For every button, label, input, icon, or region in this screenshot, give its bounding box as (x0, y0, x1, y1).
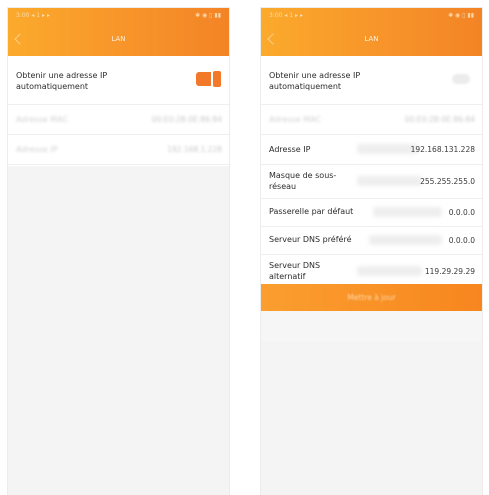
page-title: LAN (111, 35, 126, 43)
lan-settings-card: Obtenir une adresse IP automatiquement A… (8, 56, 229, 166)
status-bar: 3:00 ◂ 1 ▸ ▸ ✱ ◉ ▯ ▮▮ (16, 12, 221, 22)
input-blur (357, 176, 422, 186)
alternate-dns-label: Serveur DNS alternatif (269, 261, 321, 281)
mac-address-label: Adresse MAC (16, 115, 69, 124)
status-time: 3:00 ◂ 1 ▸ ▸ (269, 12, 303, 19)
default-gateway-row[interactable]: Passerelle par défaut 0.0.0.0 (261, 198, 482, 227)
left-screen: 3:00 ◂ 1 ▸ ▸ ✱ ◉ ▯ ▮▮ LAN Obtenir une ad… (8, 8, 229, 495)
alternate-dns-row[interactable]: Serveur DNS alternatif 119.29.29.29 (261, 254, 482, 288)
auto-ip-row[interactable]: Obtenir une adresse IP automatiquement (8, 56, 229, 105)
status-icons: ✱ ◉ ▯ ▮▮ (448, 12, 474, 19)
lan-settings-card: Obtenir une adresse IP automatiquement A… (261, 56, 482, 288)
update-button[interactable]: Mettre à jour (261, 284, 482, 311)
update-button-label: Mettre à jour (347, 293, 396, 302)
input-blur (373, 207, 442, 217)
ip-address-input[interactable]: 192.168.131.228 (411, 145, 475, 154)
status-bar: 3:00 ◂ 1 ▸ ▸ ✱ ◉ ▯ ▮▮ (269, 12, 474, 22)
default-gateway-input[interactable]: 0.0.0.0 (449, 208, 475, 217)
mac-address-value: 00:E0:2B:0E:86:84 (151, 115, 222, 124)
status-time: 3:00 ◂ 1 ▸ ▸ (16, 12, 50, 19)
subnet-mask-input[interactable]: 255.255.255.0 (420, 177, 475, 186)
ip-address-value: 192.168.1.228 (167, 145, 222, 154)
status-icons: ✱ ◉ ▯ ▮▮ (195, 12, 221, 19)
header-bar: 3:00 ◂ 1 ▸ ▸ ✱ ◉ ▯ ▮▮ LAN (8, 8, 229, 56)
ip-address-label: Adresse IP (16, 145, 58, 154)
input-blur (369, 235, 442, 245)
mac-address-label: Adresse MAC (269, 115, 322, 124)
header-bar: 3:00 ◂ 1 ▸ ▸ ✱ ◉ ▯ ▮▮ LAN (261, 8, 482, 56)
default-gateway-label: Passerelle par défaut (269, 207, 354, 216)
preferred-dns-row[interactable]: Serveur DNS préféré 0.0.0.0 (261, 226, 482, 255)
preferred-dns-label: Serveur DNS préféré (269, 235, 352, 244)
input-blur (357, 144, 418, 154)
background-area (261, 311, 482, 341)
mac-address-row: Adresse MAC 00:E0:2B:0E:86:84 (8, 104, 229, 135)
auto-ip-label: Obtenir une adresse IP automatiquement (269, 71, 361, 91)
page-title: LAN (364, 35, 379, 43)
mac-address-row: Adresse MAC 00:E0:2B:0E:86:84 (261, 104, 482, 135)
right-screen: 3:00 ◂ 1 ▸ ▸ ✱ ◉ ▯ ▮▮ LAN Obtenir une ad… (261, 8, 482, 495)
subnet-mask-label: Masque de sous-réseau (269, 171, 337, 191)
auto-ip-toggle[interactable] (452, 74, 470, 84)
ip-address-row[interactable]: Adresse IP 192.168.131.228 (261, 134, 482, 165)
mac-address-value: 00:E0:2B:0E:86:84 (404, 115, 475, 124)
preferred-dns-input[interactable]: 0.0.0.0 (449, 236, 475, 245)
auto-ip-label: Obtenir une adresse IP automatiquement (16, 71, 108, 91)
alternate-dns-input[interactable]: 119.29.29.29 (425, 267, 475, 276)
ip-address-label: Adresse IP (269, 145, 311, 154)
auto-ip-row[interactable]: Obtenir une adresse IP automatiquement (261, 56, 482, 105)
auto-ip-toggle[interactable] (196, 71, 221, 87)
ip-address-row: Adresse IP 192.168.1.228 (8, 134, 229, 165)
input-blur (357, 266, 422, 276)
subnet-mask-row[interactable]: Masque de sous-réseau 255.255.255.0 (261, 164, 482, 199)
